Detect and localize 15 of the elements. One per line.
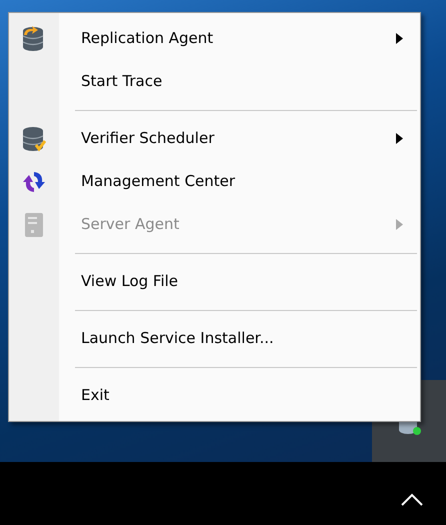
sync-icon bbox=[23, 170, 45, 194]
server-icon bbox=[24, 212, 44, 238]
submenu-arrow-icon bbox=[396, 219, 403, 230]
submenu-arrow-icon bbox=[396, 133, 403, 144]
menu-item[interactable]: Launch Service Installer... bbox=[9, 317, 420, 360]
database-check-icon bbox=[22, 126, 46, 152]
menu-item[interactable]: Verifier Scheduler bbox=[9, 117, 420, 160]
database-sync-icon bbox=[22, 26, 46, 52]
menu-item[interactable]: View Log File bbox=[9, 260, 420, 303]
menu-item[interactable]: Exit bbox=[9, 374, 420, 417]
submenu-arrow-icon bbox=[396, 33, 403, 44]
menu-item[interactable]: Management Center bbox=[9, 160, 420, 203]
chevron-up-icon[interactable] bbox=[400, 493, 424, 507]
menu-item[interactable]: Replication Agent bbox=[9, 17, 420, 60]
menu-item[interactable]: Start Trace bbox=[9, 60, 420, 103]
